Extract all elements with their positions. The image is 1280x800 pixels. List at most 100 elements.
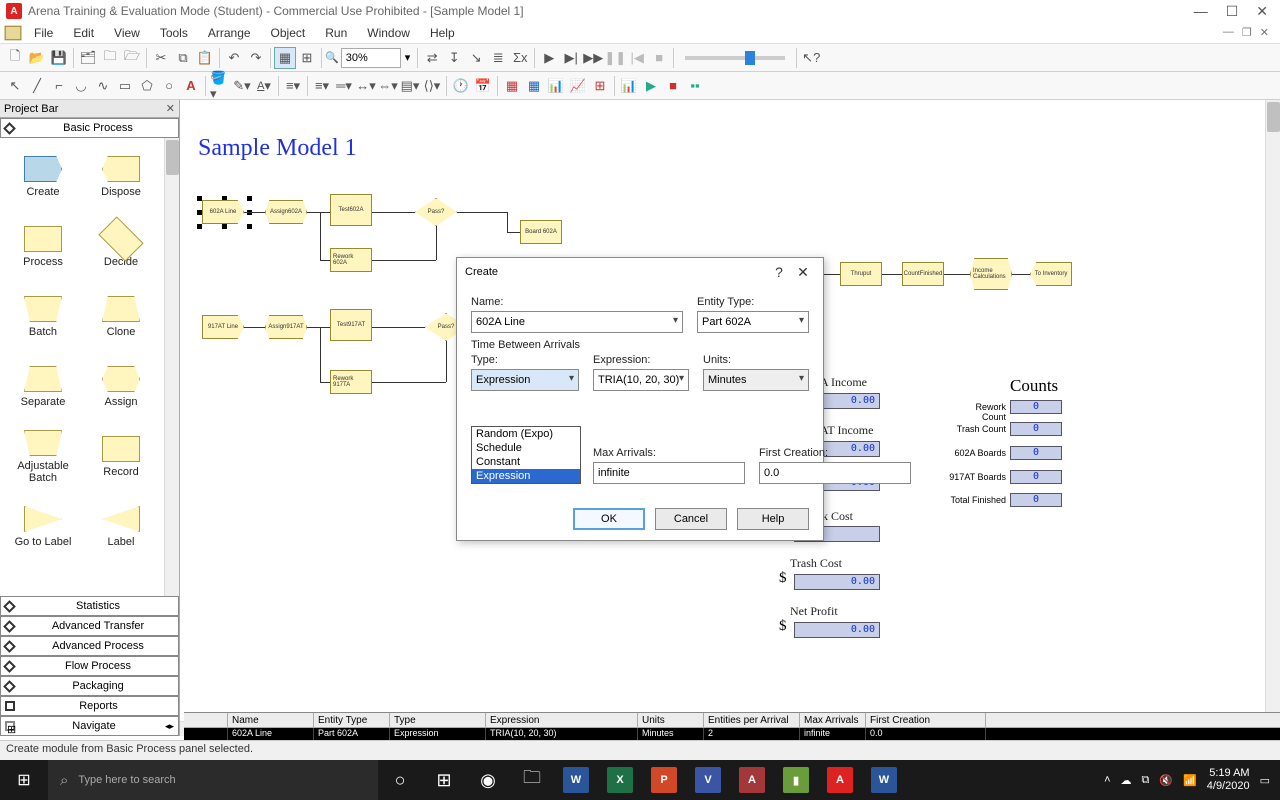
grid-header[interactable]: [184, 713, 228, 727]
grid-cell[interactable]: 602A Line: [228, 728, 314, 740]
mdi-restore-button[interactable]: ❐: [1239, 26, 1255, 39]
box-tool[interactable]: ▭: [114, 75, 136, 97]
new-button[interactable]: 🗋: [4, 47, 26, 69]
tray-notifications-icon[interactable]: ▭: [1260, 774, 1270, 787]
menu-view[interactable]: View: [104, 24, 150, 42]
help-button[interactable]: Help: [737, 508, 809, 530]
mdi-close-button[interactable]: ✕: [1257, 26, 1272, 39]
station-button[interactable]: ■: [662, 75, 684, 97]
speed-slider[interactable]: [685, 56, 785, 60]
menu-edit[interactable]: Edit: [63, 24, 104, 42]
module-separate[interactable]: Separate: [4, 352, 82, 422]
type-option-schedule[interactable]: Schedule: [472, 441, 580, 455]
layers-button[interactable]: ▦: [274, 47, 296, 69]
grid-header[interactable]: Entity Type: [314, 713, 390, 727]
module-create[interactable]: Create: [4, 142, 82, 212]
arc-tool[interactable]: ◡: [70, 75, 92, 97]
menu-arrange[interactable]: Arrange: [198, 24, 261, 42]
context-help-button[interactable]: ↖?: [800, 47, 822, 69]
step-button[interactable]: ▶|: [560, 47, 582, 69]
text-color-button[interactable]: A▾: [253, 75, 275, 97]
minimize-button[interactable]: —: [1194, 3, 1208, 20]
line-style-button[interactable]: ≡▾: [311, 75, 333, 97]
paste-button[interactable]: 📋: [194, 47, 216, 69]
line-tool[interactable]: ╱: [26, 75, 48, 97]
line-width-button[interactable]: ≡▾: [282, 75, 304, 97]
undo-button[interactable]: ↶: [223, 47, 245, 69]
type-select[interactable]: [471, 369, 579, 391]
dialog-close-button[interactable]: ✕: [791, 264, 815, 281]
panel-statistics[interactable]: Statistics: [0, 596, 179, 616]
module-record[interactable]: Record: [82, 422, 160, 492]
taskbar-app-access[interactable]: A: [730, 760, 774, 800]
block-test-917at[interactable]: Test917AT: [330, 309, 372, 341]
block-rework-917ta[interactable]: Rework 917TA: [330, 370, 372, 394]
connect-button[interactable]: ↘: [465, 47, 487, 69]
block-917at-line[interactable]: 917AT Line: [202, 315, 244, 339]
close-button[interactable]: ✕: [1256, 3, 1268, 20]
menu-window[interactable]: Window: [357, 24, 420, 42]
grid-cell[interactable]: infinite: [800, 728, 866, 740]
line-color-button[interactable]: ✎▾: [231, 75, 253, 97]
tray-cloud-icon[interactable]: ☁: [1121, 774, 1132, 787]
taskbar-app-chrome[interactable]: ◉: [466, 760, 510, 800]
module-batch[interactable]: Batch: [4, 282, 82, 352]
grid-cell[interactable]: TRIA(10, 20, 30): [486, 728, 638, 740]
project-bar-close-button[interactable]: ✕: [166, 102, 175, 115]
taskbar-app-arena[interactable]: A: [818, 760, 862, 800]
grid-header[interactable]: Type: [390, 713, 486, 727]
plot-button[interactable]: 📈: [567, 75, 589, 97]
block-rework-602a[interactable]: Rework 602A: [330, 248, 372, 272]
block-602a-line[interactable]: 602A Line: [202, 200, 244, 224]
block-thruput[interactable]: Thruput: [840, 262, 882, 286]
grid-header[interactable]: First Creation: [866, 713, 986, 727]
go-button[interactable]: ▶: [538, 47, 560, 69]
block-income-calc[interactable]: Income Calculations: [970, 258, 1012, 290]
start-over-button[interactable]: |◀: [626, 47, 648, 69]
global-button[interactable]: ▶: [640, 75, 662, 97]
grid-cell[interactable]: 0.0: [866, 728, 986, 740]
block-count-finished[interactable]: CountFinished: [902, 262, 944, 286]
save-button[interactable]: 💾: [48, 47, 70, 69]
panel-reports[interactable]: Reports: [0, 696, 179, 716]
template-button[interactable]: 🗂: [77, 47, 99, 69]
open-button[interactable]: 📂: [26, 47, 48, 69]
ellipse-tool[interactable]: ○: [158, 75, 180, 97]
zoom-input[interactable]: [341, 48, 401, 68]
date-button[interactable]: 📅: [472, 75, 494, 97]
block-assign-917at[interactable]: Assign917AT: [265, 315, 307, 339]
grid-cell[interactable]: Minutes: [638, 728, 704, 740]
menu-file[interactable]: File: [24, 24, 63, 42]
zoom-dropdown-button[interactable]: ▾: [401, 51, 415, 64]
attach-button[interactable]: 🗀: [99, 47, 121, 69]
level-button[interactable]: ▦: [523, 75, 545, 97]
menu-run[interactable]: Run: [315, 24, 357, 42]
tray-dropbox-icon[interactable]: ⧉: [1142, 774, 1150, 787]
mdi-minimize-button[interactable]: —: [1220, 26, 1237, 39]
queue-button[interactable]: ⊞: [589, 75, 611, 97]
clock-button[interactable]: 🕐: [450, 75, 472, 97]
tray-volume-icon[interactable]: 🔇: [1159, 774, 1173, 787]
cut-button[interactable]: ✂: [150, 47, 172, 69]
bezier-tool[interactable]: ∿: [92, 75, 114, 97]
first-creation-input[interactable]: [759, 462, 911, 484]
panel-flow-process[interactable]: Flow Process: [0, 656, 179, 676]
module-adjustable-batch[interactable]: Adjustable Batch: [4, 422, 82, 492]
grid-cell[interactable]: Part 602A: [314, 728, 390, 740]
grid-header[interactable]: Entities per Arrival: [704, 713, 800, 727]
grid-header[interactable]: Units: [638, 713, 704, 727]
panel-packaging[interactable]: Packaging: [0, 676, 179, 696]
block-pass-1[interactable]: Pass?: [415, 198, 457, 226]
polygon-tool[interactable]: ⬠: [136, 75, 158, 97]
module-process[interactable]: Process: [4, 212, 82, 282]
units-select[interactable]: [703, 369, 809, 391]
taskbar-app-word[interactable]: W: [554, 760, 598, 800]
panel-advanced-process[interactable]: Advanced Process: [0, 636, 179, 656]
module-assign[interactable]: Assign: [82, 352, 160, 422]
block-test-602a[interactable]: Test602A: [330, 194, 372, 226]
taskbar-app-visio[interactable]: V: [686, 760, 730, 800]
taskbar-app-word2[interactable]: W: [862, 760, 906, 800]
taskbar-app-taskview[interactable]: ⊞: [422, 760, 466, 800]
arrow-style-button[interactable]: ↔▾: [355, 75, 377, 97]
block-board-602a[interactable]: Board 602A: [520, 220, 562, 244]
